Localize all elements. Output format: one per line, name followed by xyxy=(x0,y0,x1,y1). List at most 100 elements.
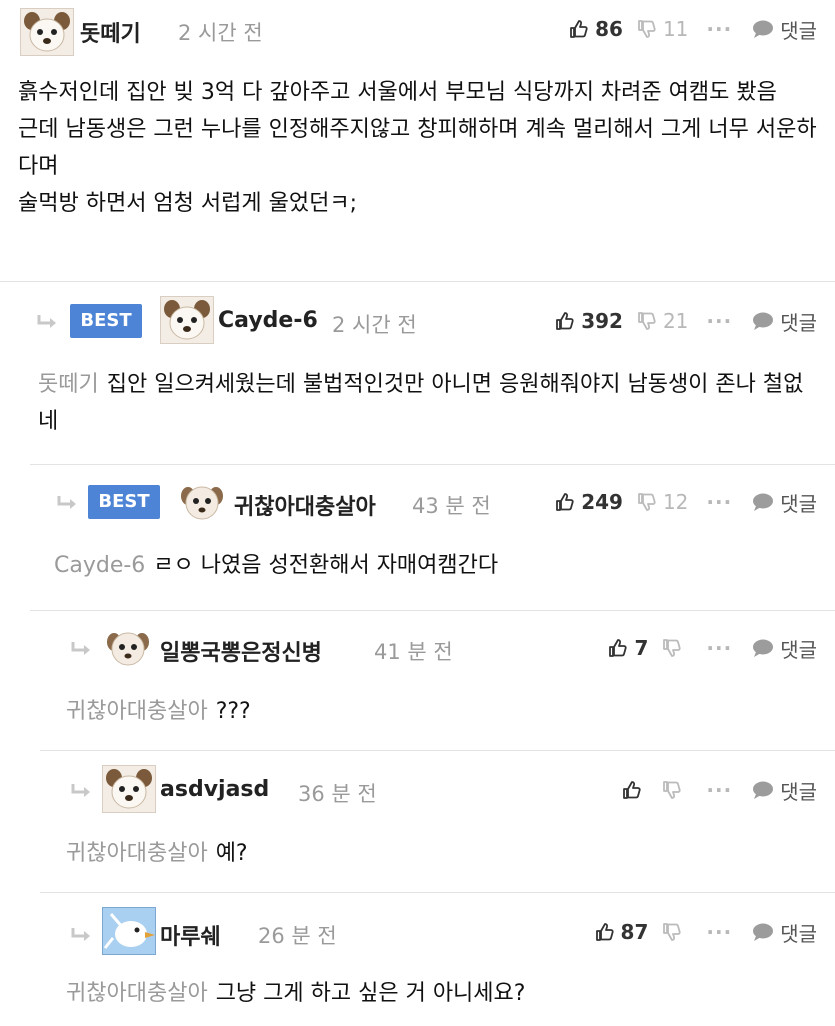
thumbs-down-icon xyxy=(638,312,656,330)
reply-button[interactable]: 댓글 xyxy=(752,634,817,663)
reply-arrow-icon xyxy=(70,927,92,943)
dislike-button[interactable] xyxy=(662,922,688,942)
dog-avatar-icon[interactable] xyxy=(160,296,214,344)
comment-time: 2 시간 전 xyxy=(332,313,417,337)
like-count: 392 xyxy=(581,309,623,333)
reply-arrow-icon xyxy=(56,495,78,511)
reply-button[interactable]: 댓글 xyxy=(752,488,817,517)
like-count: 7 xyxy=(634,636,649,660)
like-count: 87 xyxy=(620,920,649,944)
dog-avatar-icon[interactable] xyxy=(20,8,74,56)
thumbs-up-icon xyxy=(595,923,614,941)
like-button[interactable]: 392 xyxy=(555,309,623,333)
reply-label: 댓글 xyxy=(780,491,817,516)
comment-4: 일뽕국뽕은정신병 41 분 전 7 ··· 댓글 귀찮아대충살아??? xyxy=(40,611,835,751)
like-count: 249 xyxy=(581,490,623,514)
speech-bubble-icon xyxy=(753,781,774,799)
thumbs-down-icon xyxy=(638,20,656,38)
comment-author[interactable]: 돗떼기 xyxy=(80,16,141,48)
dog-avatar-icon[interactable] xyxy=(102,765,156,813)
dislike-button[interactable]: 21 xyxy=(637,309,688,333)
mention-link[interactable]: 귀찮아대충살아 xyxy=(66,981,208,1006)
thumbs-up-icon xyxy=(556,312,574,330)
dislike-count: 11 xyxy=(662,17,689,41)
reply-label: 댓글 xyxy=(780,18,817,43)
comment-6: 마루쉐 26 분 전 87 ··· 댓글 귀찮아대충살아 그냥 그게 하고 싶은 … xyxy=(40,893,835,1026)
comment-author[interactable]: 마루쉐 xyxy=(160,919,221,951)
reply-label: 댓글 xyxy=(780,921,817,946)
comment-time: 36 분 전 xyxy=(298,782,377,806)
comment-5: asdvjasd 36 분 전 ··· 댓글 귀찮아대충살아 예? xyxy=(40,751,835,893)
comment-text-wrap: Cayde-6 ㄹㅇ 나였음 성전환해서 자매여캠간다 xyxy=(54,547,814,584)
reply-button[interactable]: 댓글 xyxy=(752,776,817,805)
dislike-button[interactable] xyxy=(662,638,688,658)
bird-avatar-icon[interactable] xyxy=(102,907,156,955)
comment-2: BEST Cayde-6 2 시간 전 392 21 ··· 댓글 돗떼기 집안 … xyxy=(30,282,835,465)
reply-button[interactable]: 댓글 xyxy=(752,918,817,947)
comment-text: ㄹㅇ 나였음 성전환해서 자매여캠간다 xyxy=(153,553,499,578)
comment-text: 예? xyxy=(215,841,248,866)
comment-text-wrap: 귀찮아대충살아 예? xyxy=(66,835,806,872)
thumbs-down-icon xyxy=(663,639,682,657)
best-badge: BEST xyxy=(88,485,160,519)
dislike-button[interactable]: 11 xyxy=(637,17,688,41)
thumbs-up-icon xyxy=(570,20,588,38)
comment-author[interactable]: Cayde-6 xyxy=(218,308,318,333)
like-button[interactable] xyxy=(622,780,648,800)
mention-link[interactable]: 귀찮아대충살아 xyxy=(66,841,208,866)
reply-arrow-icon xyxy=(70,783,92,799)
thumbs-up-icon xyxy=(556,493,574,511)
comment-author[interactable]: 일뽕국뽕은정신병 xyxy=(160,635,322,667)
comment-time: 26 분 전 xyxy=(258,924,337,948)
comment-1: 돗떼기 2 시간 전 86 11 ··· 댓글 흙수저인데 집안 빚 3억 다 … xyxy=(0,0,835,282)
mention-link[interactable]: Cayde-6 xyxy=(54,553,145,578)
reply-label: 댓글 xyxy=(780,779,817,804)
reply-arrow-icon xyxy=(70,641,92,657)
speech-bubble-icon xyxy=(753,639,774,657)
comment-text: ??? xyxy=(215,699,251,724)
speech-bubble-icon xyxy=(753,923,774,941)
dislike-count: 12 xyxy=(662,490,689,514)
comment-author[interactable]: 귀찮아대충살아 xyxy=(234,489,376,521)
comment-text-wrap: 귀찮아대충살아 그냥 그게 하고 싶은 거 아니세요? xyxy=(66,975,806,1012)
like-button[interactable]: 7 xyxy=(608,636,648,660)
dog-avatar-icon[interactable] xyxy=(176,479,228,525)
like-button[interactable]: 86 xyxy=(569,17,623,41)
mention-link[interactable]: 돗떼기 xyxy=(38,372,99,397)
more-options-button[interactable]: ··· xyxy=(706,778,732,802)
like-button[interactable]: 249 xyxy=(555,490,623,514)
comment-text: 흙수저인데 집안 빚 3억 다 갚아주고 서울에서 부모님 식당까지 차려준 여… xyxy=(18,80,817,216)
thumbs-down-icon xyxy=(638,493,656,511)
speech-bubble-icon xyxy=(753,312,774,330)
speech-bubble-icon xyxy=(753,493,774,511)
comment-time: 41 분 전 xyxy=(374,640,453,664)
reply-button[interactable]: 댓글 xyxy=(752,15,817,44)
reply-label: 댓글 xyxy=(780,637,817,662)
more-options-button[interactable]: ··· xyxy=(706,920,732,944)
reply-arrow-icon xyxy=(36,314,58,330)
dislike-button[interactable]: 12 xyxy=(637,490,688,514)
dog-avatar-icon[interactable] xyxy=(102,625,154,671)
comment-text-wrap: 귀찮아대충살아??? xyxy=(66,693,806,730)
speech-bubble-icon xyxy=(753,20,774,38)
like-button[interactable]: 87 xyxy=(595,920,649,944)
dislike-button[interactable] xyxy=(662,780,688,800)
thumbs-up-icon xyxy=(623,781,642,799)
mention-link[interactable]: 귀찮아대충살아 xyxy=(66,699,208,724)
comment-time: 2 시간 전 xyxy=(178,21,263,45)
more-options-button[interactable]: ··· xyxy=(706,17,732,41)
like-count: 86 xyxy=(595,17,623,41)
thumbs-up-icon xyxy=(609,639,628,657)
reply-button[interactable]: 댓글 xyxy=(752,307,817,336)
comment-text: 그냥 그게 하고 싶은 거 아니세요? xyxy=(215,981,526,1006)
more-options-button[interactable]: ··· xyxy=(706,309,732,333)
comment-time: 43 분 전 xyxy=(412,494,491,518)
thumbs-down-icon xyxy=(663,781,682,799)
reply-label: 댓글 xyxy=(780,310,817,335)
best-badge: BEST xyxy=(70,304,142,338)
more-options-button[interactable]: ··· xyxy=(706,490,732,514)
comment-text: 집안 일으켜세웠는데 불법적인것만 아니면 응원해줘야지 남동생이 존나 철없네 xyxy=(38,372,804,434)
comment-3: BEST 귀찮아대충살아 43 분 전 249 12 ··· 댓글 Cayde-… xyxy=(30,465,835,611)
more-options-button[interactable]: ··· xyxy=(706,636,732,660)
comment-author[interactable]: asdvjasd xyxy=(160,777,269,802)
